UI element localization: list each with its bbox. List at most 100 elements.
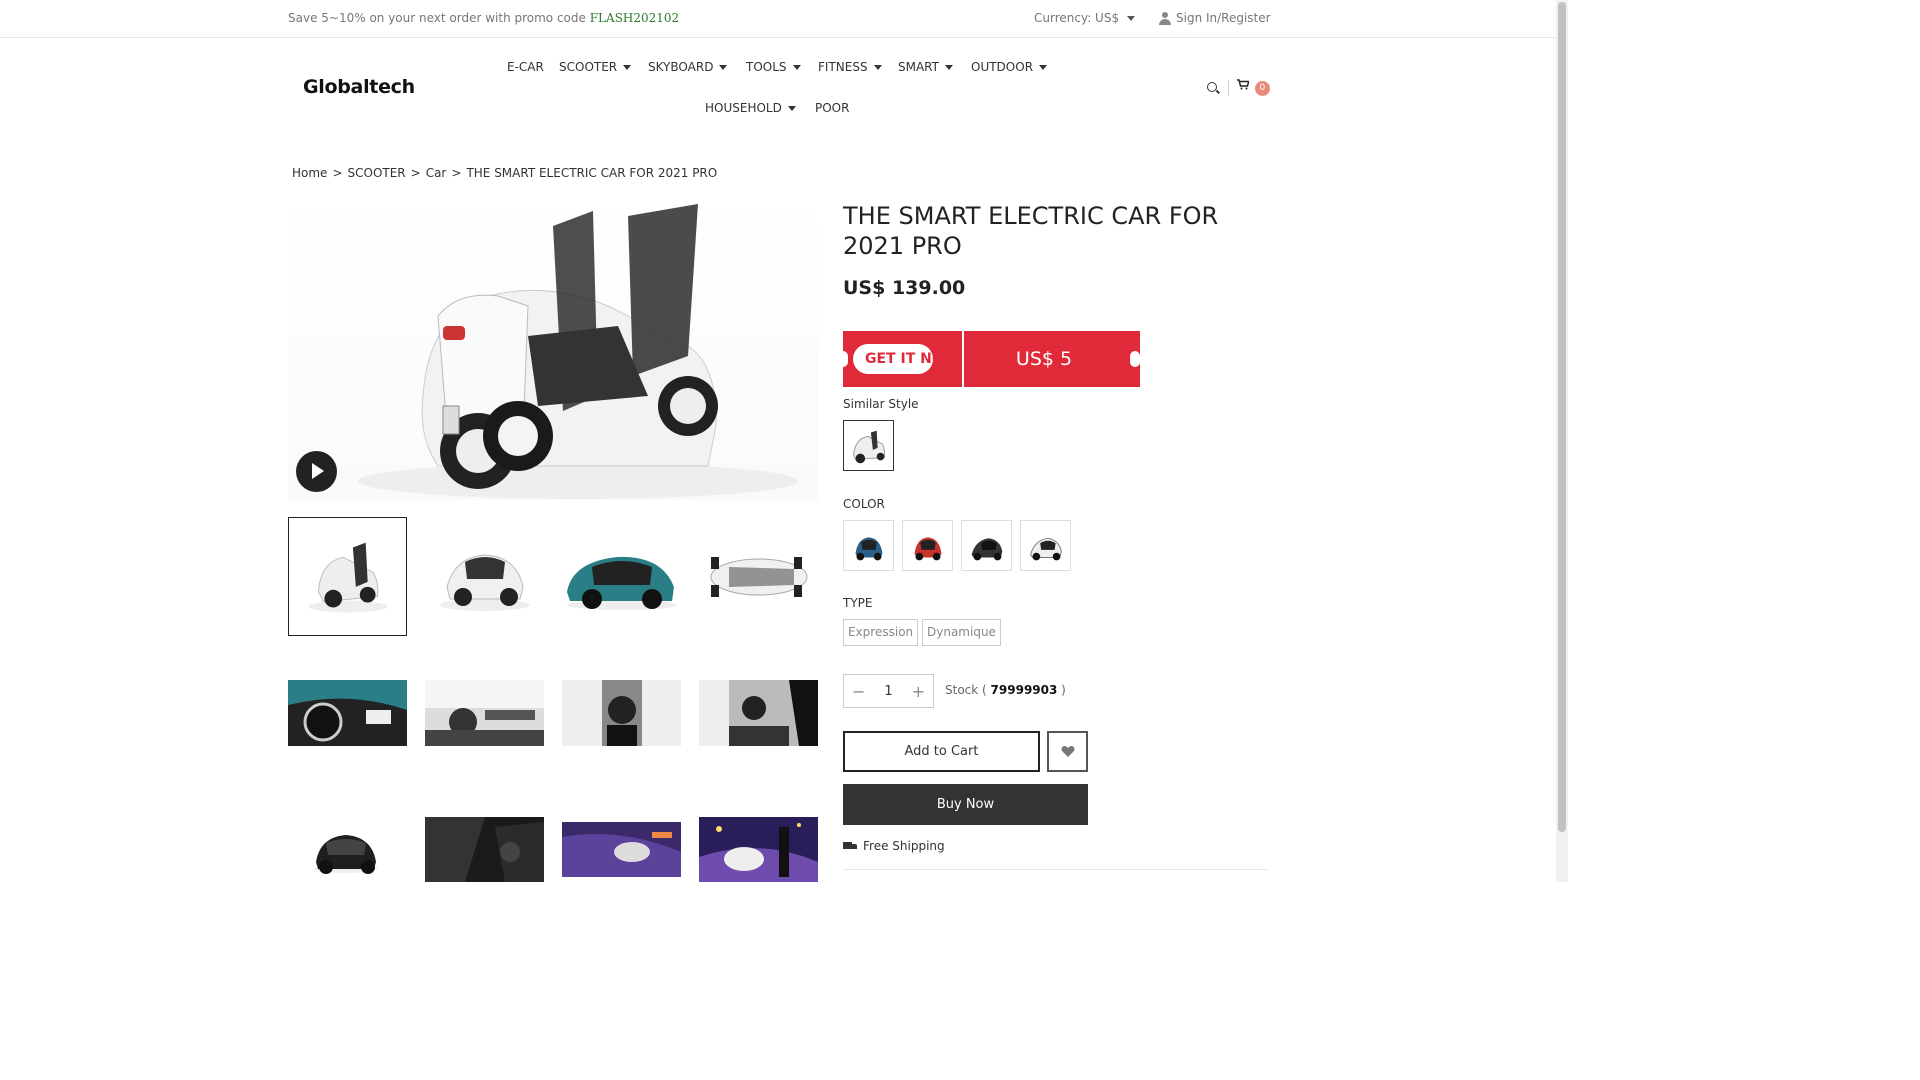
coupon-right: US$ 5 (964, 331, 1140, 387)
nav-item-fitness[interactable]: FITNESS (818, 60, 882, 74)
color-label: COLOR (843, 497, 885, 511)
wishlist-button[interactable] (1047, 731, 1088, 772)
signin-label: Sign In/Register (1176, 11, 1271, 25)
product-price: US$ 139.00 (843, 277, 966, 299)
thumbnail[interactable] (288, 817, 407, 882)
nav-item-skyboard[interactable]: SKYBOARD (648, 60, 728, 74)
color-option-blue[interactable] (843, 520, 894, 571)
color-option-black[interactable] (961, 520, 1012, 571)
nav-item-tools[interactable]: TOOLS (746, 60, 801, 74)
thumbnail[interactable] (425, 680, 544, 746)
thumbnail-image (567, 556, 677, 610)
breadcrumb: Home > SCOOTER > Car > THE SMART ELECTRI… (292, 166, 717, 180)
nav-label: OUTDOOR (971, 60, 1034, 74)
currency-selector[interactable]: Currency: US$ (1034, 11, 1136, 25)
add-to-cart-button[interactable]: Add to Cart (843, 731, 1040, 772)
quantity-increase-button[interactable]: + (912, 682, 925, 701)
nav-item-household[interactable]: HOUSEHOLD (705, 101, 796, 115)
nav-label: SMART (898, 60, 939, 74)
thumbnail[interactable] (425, 817, 544, 882)
divider (1228, 79, 1229, 96)
breadcrumb-separator: > (332, 166, 343, 180)
coupon-banner: GET IT NOW US$ 5 (838, 331, 1140, 387)
nav-label: HOUSEHOLD (705, 101, 782, 115)
thumbnail-image (699, 817, 818, 882)
thumbnail[interactable] (699, 517, 818, 636)
thumbnail-image (308, 542, 388, 613)
thumbnail-image (425, 680, 544, 746)
signin-link[interactable]: Sign In/Register (1159, 11, 1271, 25)
thumbnail[interactable] (562, 817, 681, 882)
thumbnail[interactable] (288, 517, 407, 636)
nav-item-scooter[interactable]: SCOOTER (559, 60, 632, 74)
breadcrumb-car[interactable]: Car (426, 166, 447, 180)
stock-suffix: ) (1061, 683, 1066, 697)
thumbnail-image (562, 817, 681, 882)
type-option-expression[interactable]: Expression (843, 619, 919, 646)
thumbnail[interactable] (425, 517, 544, 636)
search-icon[interactable] (1206, 81, 1220, 95)
stock-info: Stock ( 79999903 ) (945, 683, 1066, 697)
nav-item-smart[interactable]: SMART (898, 60, 953, 74)
free-shipping-info: Free Shipping (843, 839, 945, 853)
site-logo[interactable]: Globaltech (303, 76, 415, 98)
coupon-value: US$ 5 (1015, 348, 1073, 370)
promo-code: FLASH202102 (589, 11, 680, 25)
nav-label: TOOLS (746, 60, 787, 74)
truck-icon (843, 841, 858, 852)
heart-icon (1061, 746, 1075, 757)
quantity-decrease-button[interactable]: − (852, 682, 865, 701)
stock-prefix: Stock ( (945, 683, 987, 697)
main-product-image[interactable] (288, 196, 818, 500)
currency-label: Currency: US$ (1034, 11, 1120, 25)
swatch-image (853, 430, 886, 464)
thumbnail-image (562, 680, 681, 746)
thumbnail[interactable] (699, 680, 818, 746)
thumbnail[interactable] (288, 680, 407, 746)
color-option-white[interactable] (1020, 520, 1071, 571)
car-illustration (358, 204, 798, 499)
swatch-image (855, 537, 883, 561)
thumbnail-image (425, 817, 544, 882)
thumbnail-image (710, 557, 808, 597)
nav-label: FITNESS (818, 60, 868, 74)
type-option-dynamique[interactable]: Dynamique (922, 619, 1001, 646)
nav-item-poor[interactable]: POOR (815, 101, 849, 115)
swatch-image (971, 538, 1003, 561)
coupon-notch (1130, 351, 1140, 367)
nav-label: SKYBOARD (648, 60, 714, 74)
quantity-input[interactable]: 1 (884, 684, 892, 699)
chevron-down-icon (623, 64, 632, 70)
nav-label: SCOOTER (559, 60, 618, 74)
promo-banner: Save 5~10% on your next order with promo… (288, 11, 679, 25)
cart-button[interactable]: 0 (1237, 79, 1270, 96)
coupon-get-button[interactable]: GET IT NOW (853, 344, 933, 374)
page-scrollbar[interactable] (1556, 0, 1568, 882)
coupon-notch (838, 351, 848, 367)
thumbnail[interactable] (562, 680, 681, 746)
divider (843, 869, 1268, 870)
top-bar: Save 5~10% on your next order with promo… (0, 0, 1556, 38)
nav-label: POOR (815, 101, 850, 115)
quantity-stepper: − 1 + (843, 674, 934, 708)
thumbnail-image (699, 680, 818, 746)
chevron-down-icon (719, 64, 728, 70)
play-video-button[interactable] (296, 451, 337, 492)
swatch-image (914, 537, 942, 561)
shipping-label: Free Shipping (863, 839, 945, 853)
product-title: THE SMART ELECTRIC CAR FOR 2021 PRO (843, 202, 1219, 260)
nav-item-e-car[interactable]: E-CAR (507, 60, 544, 74)
nav-item-outdoor[interactable]: OUTDOOR (971, 60, 1048, 74)
breadcrumb-home[interactable]: Home (292, 166, 327, 180)
buy-now-button[interactable]: Buy Now (843, 784, 1088, 825)
cart-icon (1237, 79, 1250, 90)
header-actions: 0 (1206, 79, 1270, 96)
breadcrumb-scooter[interactable]: SCOOTER (348, 166, 406, 180)
thumbnail-image (288, 680, 407, 746)
similar-style-option[interactable] (843, 420, 894, 471)
thumbnail[interactable] (699, 817, 818, 882)
scrollbar-thumb[interactable] (1558, 2, 1566, 832)
breadcrumb-separator: > (451, 166, 462, 180)
color-option-red[interactable] (902, 520, 953, 571)
thumbnail[interactable] (562, 517, 681, 636)
